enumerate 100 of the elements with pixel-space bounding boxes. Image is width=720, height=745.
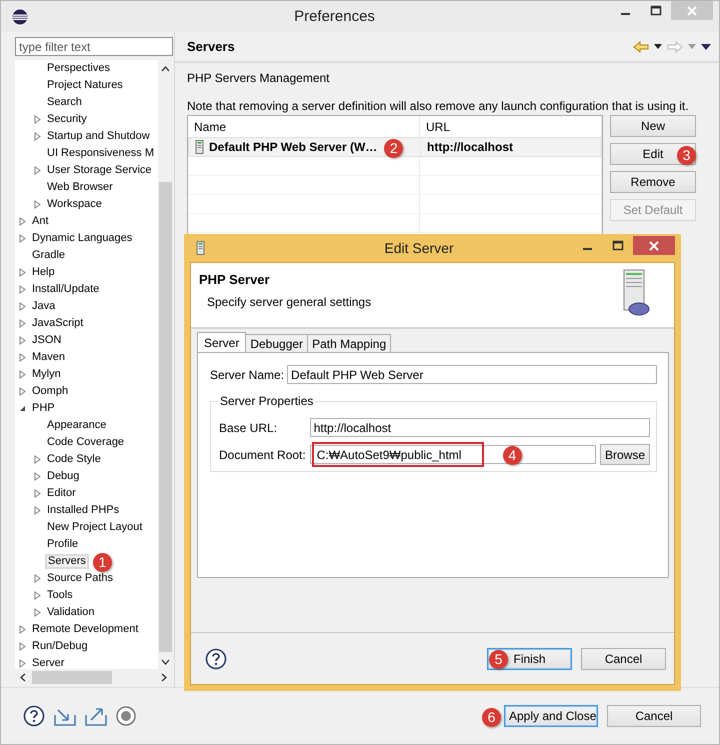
tree-item[interactable]: Dynamic Languages — [30, 231, 134, 246]
dropdown-icon[interactable] — [654, 44, 662, 49]
tree-item[interactable]: Help — [30, 265, 57, 280]
filter-field[interactable]: type filter text — [15, 37, 173, 56]
tree-item[interactable]: Appearance — [45, 418, 108, 433]
expand-arrow-icon[interactable] — [34, 574, 41, 583]
expand-arrow-icon[interactable] — [34, 489, 41, 498]
button[interactable]: Apply and Close — [504, 705, 598, 727]
back-arrow-icon[interactable] — [633, 40, 649, 52]
server-icon[interactable] — [195, 140, 204, 154]
tab[interactable]: Server — [197, 332, 246, 352]
expand-arrow-icon[interactable] — [34, 591, 41, 600]
expand-arrow-icon[interactable] — [34, 472, 41, 481]
tree-item[interactable]: Java — [30, 299, 58, 314]
tree-item[interactable]: Servers — [45, 554, 89, 569]
tree-item[interactable]: Search — [45, 95, 84, 110]
expand-arrow-icon[interactable] — [19, 319, 26, 328]
field-label: Server Name: — [210, 368, 284, 382]
tree-item[interactable]: Security — [45, 112, 89, 127]
tree-item[interactable]: Mylyn — [30, 367, 63, 382]
tree-item[interactable]: Gradle — [30, 248, 68, 263]
menu-icon[interactable] — [701, 44, 711, 50]
expand-arrow-icon[interactable] — [19, 268, 26, 277]
tree-item[interactable]: Web Browser — [45, 180, 115, 195]
input-field[interactable]: Default PHP Web Server — [287, 365, 657, 384]
help-icon[interactable] — [205, 648, 227, 670]
group-title: Server Properties — [218, 394, 316, 408]
expand-arrow-icon[interactable] — [19, 370, 26, 379]
tree-item[interactable]: Editor — [45, 486, 78, 501]
expand-arrow-icon[interactable] — [34, 506, 41, 515]
expand-arrow-icon[interactable] — [34, 200, 41, 209]
tree-item[interactable]: Validation — [45, 605, 96, 620]
scroll-thumb[interactable] — [159, 182, 172, 652]
button[interactable]: Cancel — [581, 648, 666, 670]
tree-item[interactable]: User Storage Service — [45, 163, 154, 178]
dialog-heading: PHP Server — [199, 272, 271, 287]
expand-arrow-icon[interactable] — [34, 166, 41, 175]
scroll-right-icon[interactable] — [161, 672, 167, 682]
expand-arrow-icon[interactable] — [19, 659, 26, 668]
browse-button[interactable]: Browse — [600, 444, 650, 465]
record-icon[interactable] — [116, 706, 136, 726]
expand-arrow-icon[interactable] — [19, 353, 26, 362]
tree-item[interactable]: Debug — [45, 469, 82, 484]
tree-item[interactable]: Profile — [45, 537, 80, 552]
close-button[interactable] — [633, 236, 675, 255]
expand-arrow-icon[interactable] — [19, 217, 26, 226]
tree-item[interactable]: Maven — [30, 350, 68, 365]
button[interactable]: Remove — [610, 171, 696, 193]
scroll-thumb[interactable] — [32, 670, 112, 684]
tree-item[interactable]: Install/Update — [30, 282, 102, 297]
expand-arrow-icon[interactable] — [34, 455, 41, 464]
dialog-description: Specify server general settings — [206, 295, 372, 309]
forward-arrow-icon[interactable] — [667, 40, 683, 52]
tree-item[interactable]: Code Style — [45, 452, 103, 467]
horizontal-scrollbar[interactable] — [15, 669, 173, 685]
expand-arrow-icon[interactable] — [19, 234, 26, 243]
page-title: Servers — [187, 39, 236, 54]
tree-item[interactable]: Ant — [30, 214, 51, 229]
server-icon[interactable] — [196, 241, 205, 255]
expand-arrow-icon[interactable] — [34, 608, 41, 617]
tree-item[interactable]: New Project Layout — [45, 520, 144, 535]
tree-item[interactable]: Startup and Shutdow — [45, 129, 152, 144]
expand-arrow-icon[interactable] — [19, 642, 26, 651]
scroll-left-icon[interactable] — [20, 672, 26, 682]
help-icon[interactable] — [23, 705, 45, 727]
tree-item[interactable]: PHP — [30, 401, 57, 416]
tree-item[interactable]: Source Paths — [45, 571, 116, 586]
expand-arrow-icon[interactable] — [19, 336, 26, 345]
tree-item[interactable]: Server — [30, 656, 66, 669]
tree-item[interactable]: JavaScript — [30, 316, 86, 331]
section-label: PHP Servers Management — [187, 71, 331, 87]
close-icon[interactable] — [649, 240, 659, 250]
expand-arrow-icon[interactable] — [34, 115, 41, 124]
tree-item[interactable]: Remote Development — [30, 622, 140, 637]
expand-arrow-icon[interactable] — [19, 285, 26, 294]
tree-item[interactable]: Run/Debug — [30, 639, 90, 654]
input-field[interactable]: http://localhost — [310, 418, 650, 437]
scroll-down-icon[interactable] — [161, 659, 170, 665]
field-label: Base URL: — [219, 420, 278, 434]
scroll-up-icon[interactable] — [161, 66, 170, 72]
tree-item[interactable]: Installed PHPs — [45, 503, 122, 518]
tab[interactable]: Path Mapping — [307, 334, 392, 352]
expand-arrow-icon[interactable] — [19, 625, 26, 634]
tree-item[interactable]: UI Responsiveness M — [45, 146, 156, 161]
tree-item[interactable]: Oomph — [30, 384, 70, 399]
collapse-arrow-icon[interactable] — [19, 404, 26, 413]
tree-item[interactable]: Project Natures — [45, 78, 125, 93]
expand-arrow-icon[interactable] — [34, 132, 41, 141]
button[interactable]: Cancel — [607, 705, 701, 727]
tree-item[interactable]: Tools — [45, 588, 75, 603]
expand-arrow-icon[interactable] — [19, 302, 26, 311]
button[interactable]: New — [610, 115, 696, 137]
expand-arrow-icon[interactable] — [19, 387, 26, 396]
tree-item[interactable]: Perspectives — [45, 61, 112, 76]
tree-item[interactable]: Code Coverage — [45, 435, 126, 450]
export-icon[interactable] — [85, 706, 107, 726]
tab[interactable]: Debugger — [245, 334, 308, 352]
tree-item[interactable]: Workspace — [45, 197, 104, 212]
table-cell: Default PHP Web Server (W… — [209, 140, 378, 154]
tree-item[interactable]: JSON — [30, 333, 64, 348]
